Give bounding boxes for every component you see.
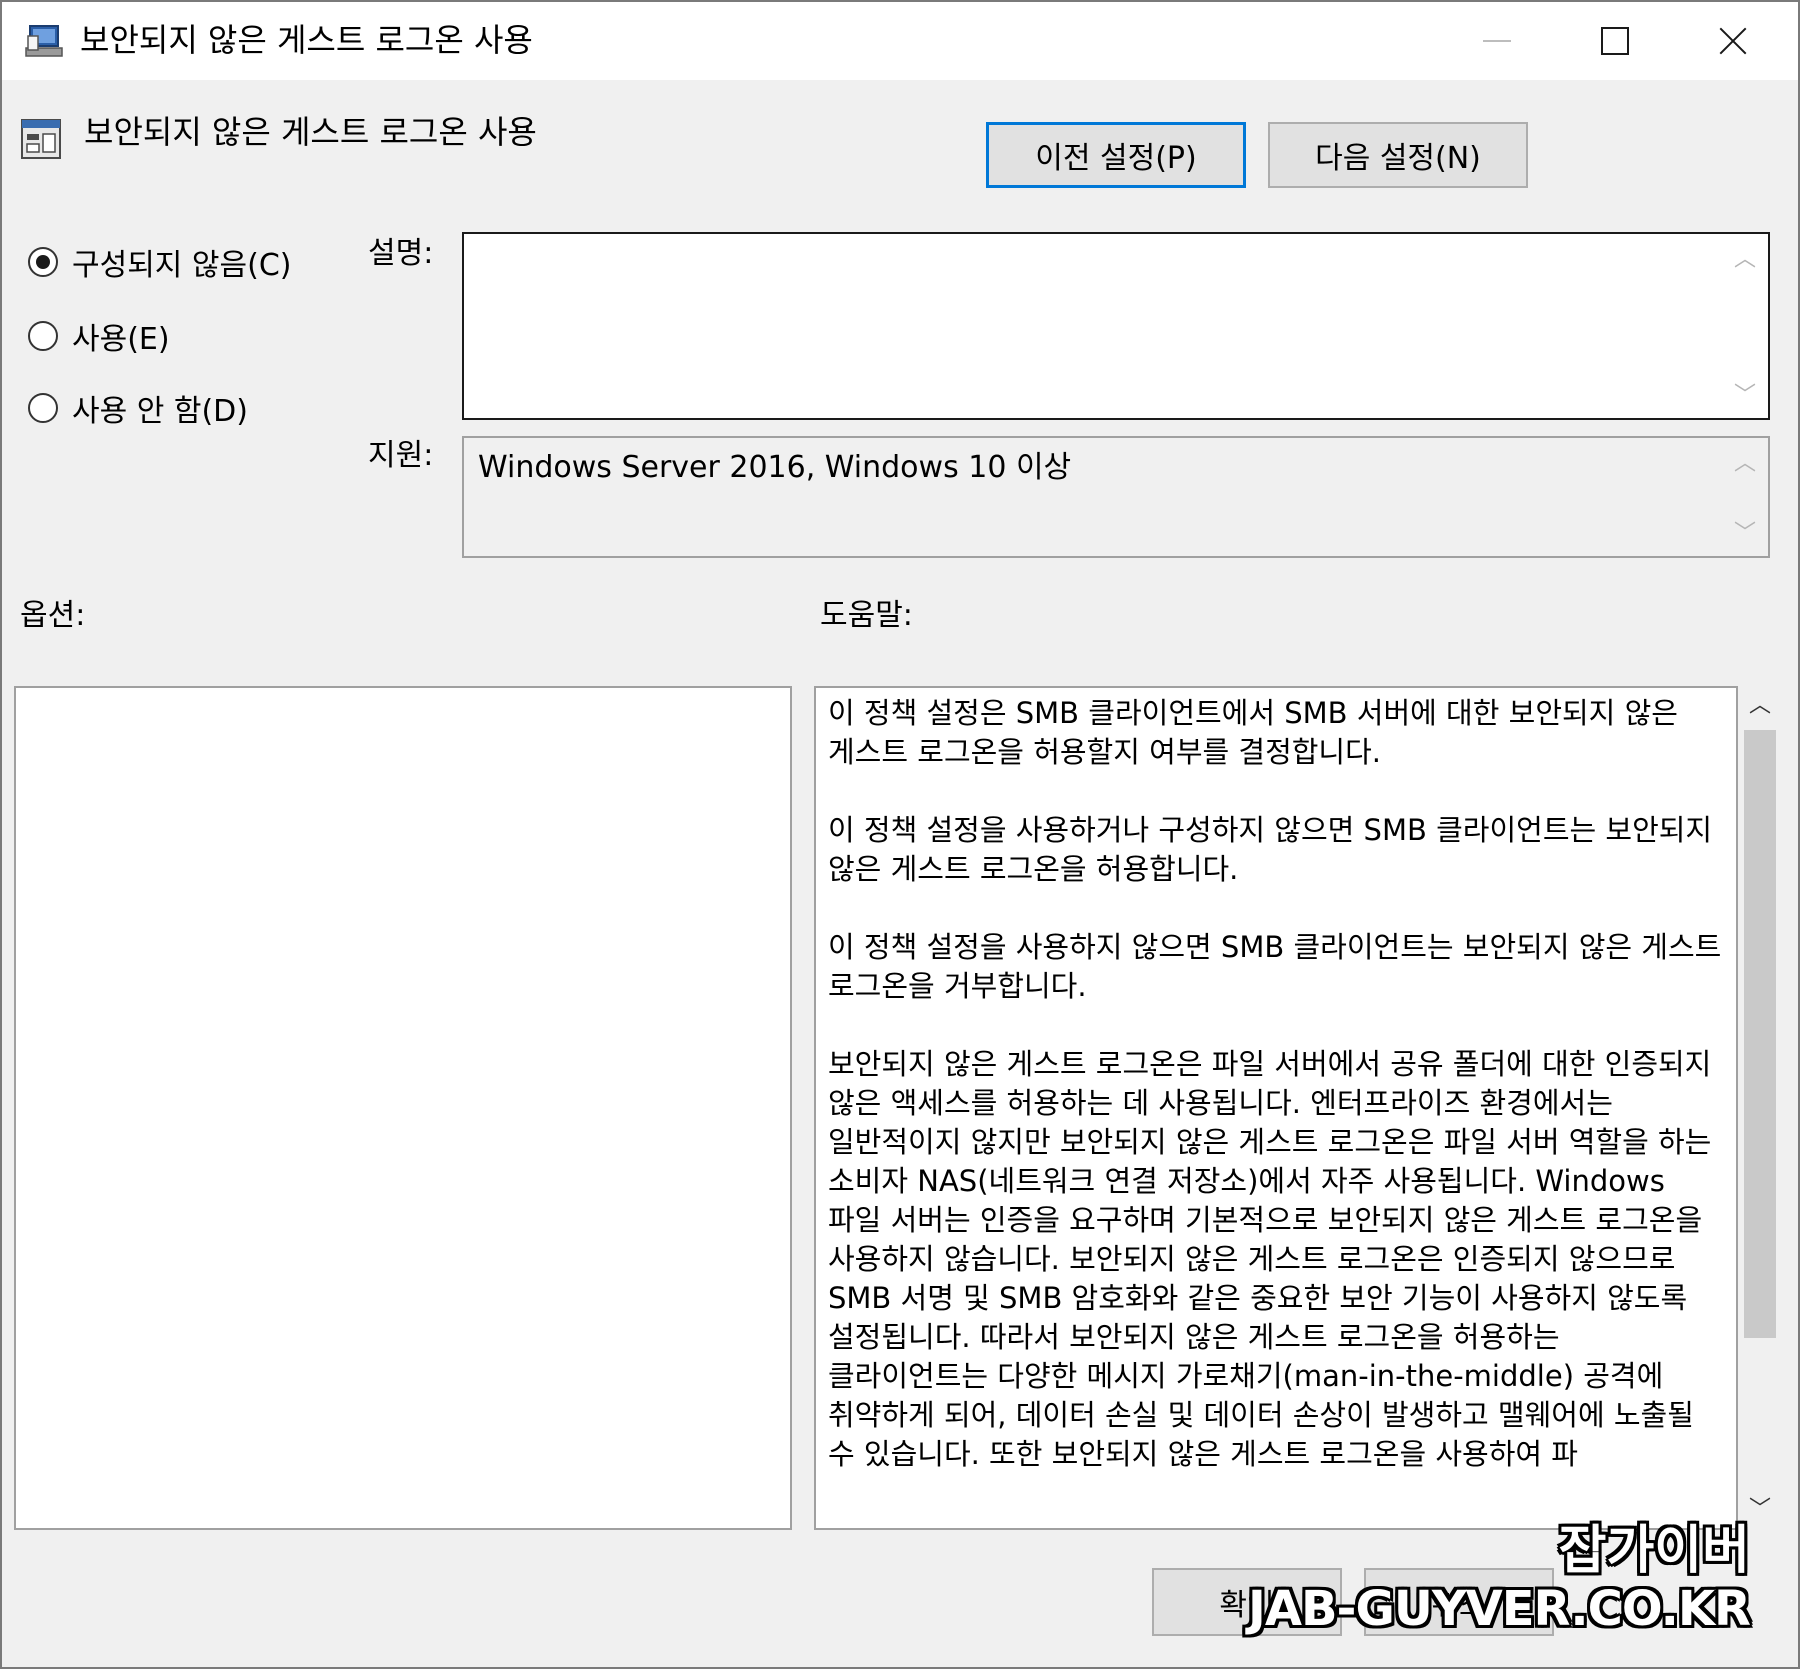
policy-setting-icon — [21, 119, 61, 159]
scroll-up-icon[interactable]: ︿ — [1732, 248, 1758, 272]
radio-disabled[interactable]: 사용 안 함(D) — [28, 386, 248, 430]
title-bar[interactable]: 보안되지 않은 게스트 로그온 사용 — [2, 2, 1798, 80]
radio-label: 사용(E) — [72, 322, 170, 357]
scroll-down-icon[interactable]: ﹀ — [1732, 384, 1758, 408]
close-button[interactable] — [1674, 2, 1792, 80]
radio-label: 사용 안 함(D) — [72, 394, 248, 429]
supported-scrollbar[interactable]: ︿ ﹀ — [1732, 438, 1758, 556]
scrollbar-thumb[interactable] — [1744, 730, 1776, 1338]
policy-title: 보안되지 않은 게스트 로그온 사용 — [84, 113, 537, 151]
help-text: 이 정책 설정은 SMB 클라이언트에서 SMB 서버에 대한 보안되지 않은 … — [828, 696, 1722, 1471]
supported-on-field: Windows Server 2016, Windows 10 이상 ︿ ﹀ — [462, 436, 1770, 558]
next-setting-button[interactable]: 다음 설정(N) — [1268, 122, 1528, 188]
window-title: 보안되지 않은 게스트 로그온 사용 — [80, 21, 533, 59]
description-textarea[interactable]: ︿ ﹀ — [462, 232, 1770, 420]
options-panel — [14, 686, 792, 1530]
supported-on-label: 지원: — [368, 438, 434, 473]
radio-enabled[interactable]: 사용(E) — [28, 314, 170, 358]
radio-circle[interactable] — [28, 321, 58, 351]
radio-label: 구성되지 않음(C) — [72, 248, 292, 283]
group-policy-computer-icon — [25, 25, 63, 57]
maximize-button[interactable] — [1556, 2, 1674, 80]
scroll-up-icon[interactable]: ︿ — [1738, 686, 1782, 726]
minimize-icon — [1483, 40, 1511, 42]
close-icon — [1718, 26, 1748, 56]
previous-setting-button[interactable]: 이전 설정(P) — [986, 122, 1246, 188]
maximize-icon — [1601, 27, 1629, 55]
policy-dialog-window: 보안되지 않은 게스트 로그온 사용 보안되지 않은 게스트 로그온 사용 이전… — [0, 0, 1800, 1669]
help-scrollbar[interactable]: ︿ ﹀ — [1738, 686, 1782, 1530]
minimize-button[interactable] — [1438, 2, 1556, 80]
scroll-down-icon[interactable]: ﹀ — [1738, 1490, 1782, 1530]
cancel-button[interactable]: 취소 — [1364, 1568, 1554, 1636]
scroll-down-icon[interactable]: ﹀ — [1732, 522, 1758, 546]
description-label: 설명: — [368, 236, 434, 271]
ok-button[interactable]: 확인 — [1152, 1568, 1342, 1636]
help-label: 도움말: — [820, 598, 913, 633]
supported-on-value: Windows Server 2016, Windows 10 이상 — [478, 450, 1072, 485]
options-label: 옵션: — [20, 598, 86, 633]
scroll-up-icon[interactable]: ︿ — [1732, 452, 1758, 476]
description-scrollbar[interactable]: ︿ ﹀ — [1732, 234, 1758, 418]
radio-circle[interactable] — [28, 247, 58, 277]
help-panel[interactable]: 이 정책 설정은 SMB 클라이언트에서 SMB 서버에 대한 보안되지 않은 … — [814, 686, 1738, 1530]
radio-circle[interactable] — [28, 393, 58, 423]
radio-not-configured[interactable]: 구성되지 않음(C) — [28, 240, 292, 284]
